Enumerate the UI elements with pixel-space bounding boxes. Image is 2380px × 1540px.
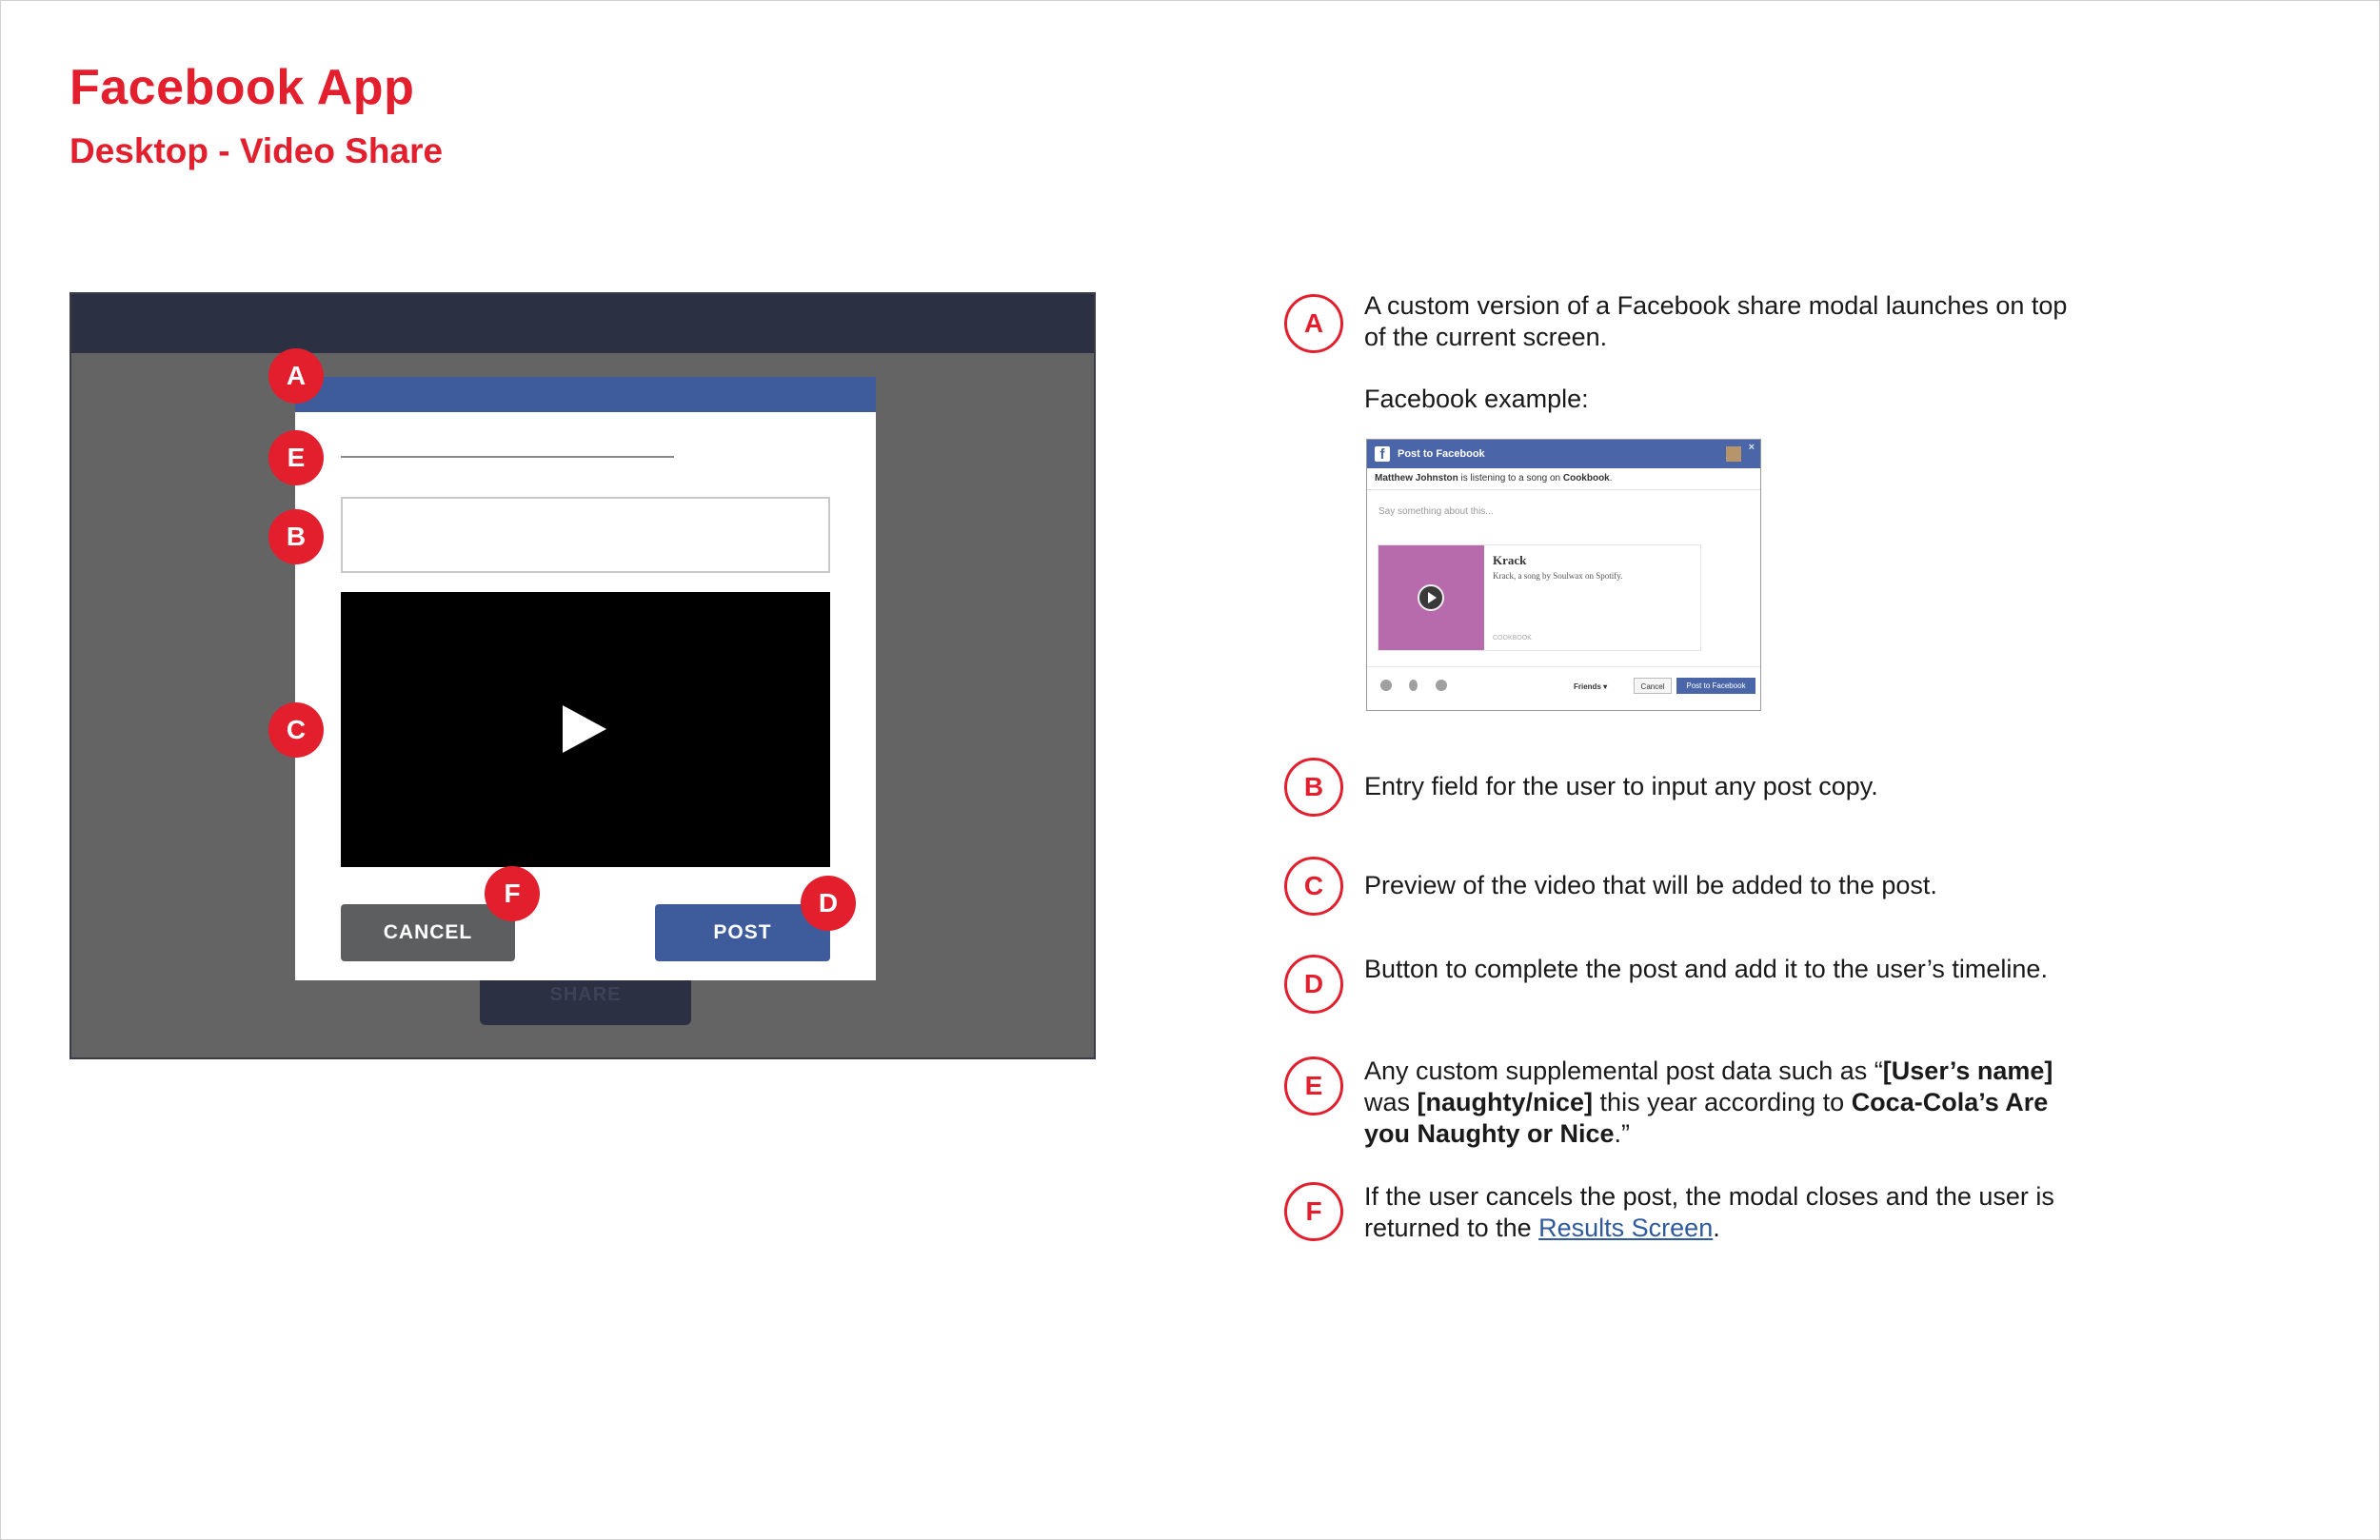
note-c-badge: C — [1284, 857, 1343, 916]
note-e-text: Any custom supplemental post data such a… — [1364, 1056, 2088, 1150]
marker-f-badge: F — [485, 866, 540, 921]
marker-c-badge: C — [268, 702, 324, 758]
marker-e-badge: E — [268, 430, 324, 485]
note-d-badge: D — [1284, 955, 1343, 1014]
note-e-badge: E — [1284, 1056, 1343, 1116]
note-c-text: Preview of the video that will be added … — [1364, 871, 1937, 899]
note-e-user-name: [User’s name] — [1882, 1056, 2053, 1085]
location-icon — [1409, 680, 1418, 691]
fb-example-post-button: Post to Facebook — [1676, 678, 1755, 694]
note-e-part-5: this year according to — [1593, 1088, 1852, 1116]
note-e-naughty-nice: [naughty/nice] — [1417, 1088, 1594, 1116]
note-e-part-3: was — [1364, 1088, 1418, 1116]
fb-example-title: Post to Facebook — [1398, 448, 1485, 460]
note-a-badge: A — [1284, 294, 1343, 353]
share-modal: CANCEL POST — [295, 377, 876, 980]
note-a-example-label: Facebook example: — [1364, 385, 1589, 413]
post-copy-input[interactable] — [341, 497, 830, 573]
divider — [1367, 489, 1760, 490]
note-e-part-1: Any custom supplemental post data such a… — [1364, 1056, 1883, 1085]
note-d-text: Button to complete the post and add it t… — [1364, 955, 2048, 983]
fb-example-cancel-button: Cancel — [1634, 678, 1672, 694]
results-screen-link[interactable]: Results Screen — [1538, 1214, 1713, 1242]
facebook-example-screenshot: f Post to Facebook × Matthew Johnston is… — [1366, 439, 1761, 711]
fb-example-attribution-end: . — [1609, 473, 1613, 484]
desktop-mockup: SHARE CANCEL POST A E B C F D — [69, 292, 1096, 1059]
note-f-text-after: . — [1713, 1214, 1720, 1242]
fb-example-attribution-mid: is listening to a song on — [1458, 473, 1563, 484]
app-top-bar — [71, 294, 1094, 353]
note-b-text: Entry field for the user to input any po… — [1364, 772, 1878, 800]
tag-friends-icon — [1380, 680, 1392, 691]
cancel-button[interactable]: CANCEL — [341, 904, 515, 961]
modal-header — [295, 377, 876, 412]
fb-example-placeholder: Say something about this... — [1378, 506, 1494, 517]
divider — [1367, 666, 1760, 667]
marker-b-badge: B — [268, 509, 324, 564]
fb-example-audience: Friends ▾ — [1574, 682, 1608, 691]
fb-example-link-card: Krack Krack, a song by Soulwax on Spotif… — [1378, 544, 1701, 651]
note-f-text: If the user cancels the post, the modal … — [1364, 1181, 2088, 1244]
play-icon — [1418, 584, 1444, 611]
avatar — [1726, 446, 1741, 462]
marker-d-badge: D — [801, 876, 856, 931]
play-icon[interactable] — [563, 705, 606, 753]
note-a-text: A custom version of a Facebook share mod… — [1364, 291, 2068, 351]
emoji-icon — [1436, 680, 1447, 691]
video-preview[interactable] — [341, 592, 830, 867]
note-f-badge: F — [1284, 1182, 1343, 1241]
fb-example-user-name: Matthew Johnston — [1375, 473, 1458, 484]
close-icon: × — [1748, 442, 1755, 453]
note-b-badge: B — [1284, 758, 1343, 817]
fb-example-thumbnail — [1378, 545, 1484, 650]
supplemental-post-data-line — [341, 456, 674, 458]
fb-example-card-source: COOKBOOK — [1493, 635, 1532, 642]
marker-a-badge: A — [268, 348, 324, 404]
fb-example-app-name: Cookbook — [1562, 473, 1610, 484]
fb-example-card-description: Krack, a song by Soulwax on Spotify. — [1493, 571, 1623, 581]
page-subtitle: Desktop - Video Share — [69, 131, 444, 170]
facebook-logo-icon: f — [1375, 446, 1390, 463]
fb-example-attribution: Matthew Johnston is listening to a song … — [1375, 473, 1613, 484]
page-title: Facebook App — [69, 60, 415, 115]
fb-example-card-title: Krack — [1493, 553, 1527, 567]
note-e-part-7: .” — [1614, 1119, 1631, 1148]
fb-example-header: f Post to Facebook × — [1367, 440, 1760, 468]
